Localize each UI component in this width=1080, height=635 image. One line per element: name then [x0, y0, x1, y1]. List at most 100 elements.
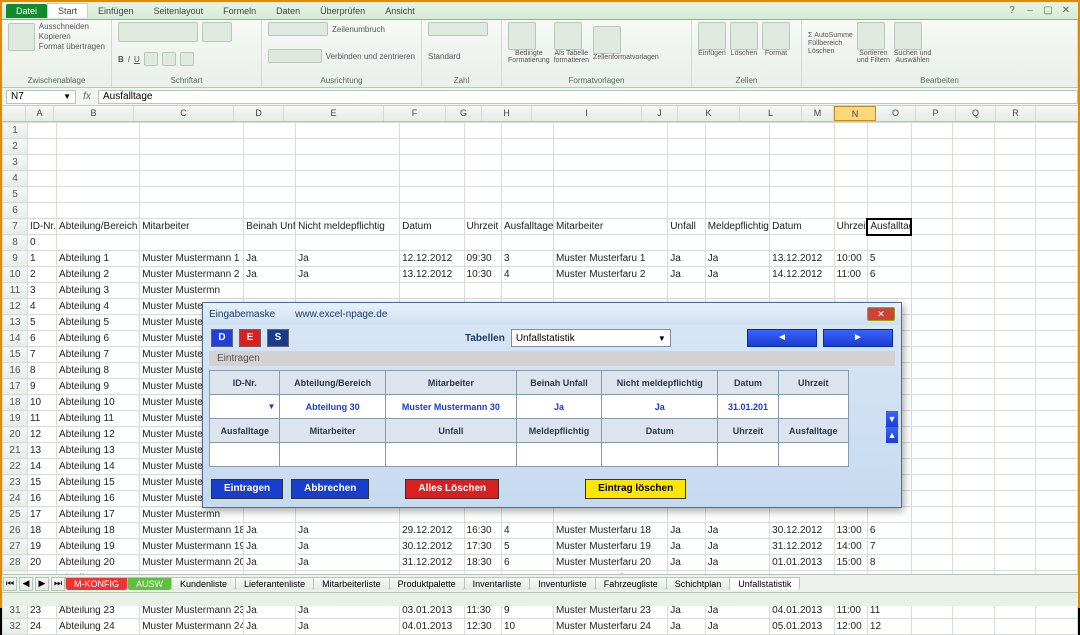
cell[interactable]: 15:00 [834, 555, 867, 571]
col-header-M[interactable]: M [802, 106, 834, 121]
cell[interactable] [501, 235, 553, 251]
cell[interactable]: Ja [244, 523, 296, 539]
copy-label[interactable]: Kopieren [39, 32, 105, 41]
tab-nav-prev[interactable]: ◀ [19, 577, 33, 591]
cell[interactable] [400, 171, 464, 187]
row-header[interactable]: 9 [3, 251, 28, 267]
cell[interactable] [911, 427, 953, 443]
tab-nav-last[interactable]: ⏭ [51, 577, 65, 591]
cell[interactable] [1036, 235, 1078, 251]
row-header[interactable]: 27 [3, 539, 28, 555]
menu-tab-überprüfen[interactable]: Überprüfen [310, 4, 375, 18]
cell[interactable]: 10:00 [834, 251, 867, 267]
cell[interactable] [400, 283, 464, 299]
cell[interactable] [140, 139, 244, 155]
sheet-tab-inventurliste[interactable]: Inventurliste [529, 577, 596, 590]
col-header-E[interactable]: E [284, 106, 384, 121]
cell[interactable] [911, 475, 953, 491]
cell[interactable] [296, 155, 400, 171]
cell[interactable] [668, 507, 705, 523]
cell[interactable]: 7 [27, 347, 56, 363]
sheet-tab-mitarbeiterliste[interactable]: Mitarbeiterliste [313, 577, 390, 590]
cell[interactable]: 4 [27, 299, 56, 315]
cell[interactable] [834, 235, 867, 251]
cell[interactable] [244, 139, 296, 155]
fill[interactable]: Füllbereich [808, 40, 853, 47]
cell[interactable]: Ausfalltage [867, 219, 911, 235]
row-header[interactable]: 6 [3, 203, 28, 219]
abbrechen-button[interactable]: Abbrechen [291, 479, 369, 499]
cell[interactable] [27, 187, 56, 203]
cell[interactable] [668, 123, 705, 139]
cell[interactable]: Abteilung 24 [57, 619, 140, 635]
cell[interactable]: 31.12.2012 [400, 555, 464, 571]
cell[interactable] [296, 283, 400, 299]
cell[interactable] [953, 539, 995, 555]
cell[interactable] [668, 155, 705, 171]
cell[interactable] [244, 123, 296, 139]
cell[interactable] [867, 187, 911, 203]
form-input[interactable] [718, 443, 778, 467]
row-header[interactable]: 5 [3, 187, 28, 203]
cell[interactable]: Ja [668, 555, 705, 571]
cell[interactable] [994, 539, 1036, 555]
scroll-up-icon[interactable]: ▲ [886, 427, 898, 443]
form-input[interactable]: 31.01.201 [718, 395, 778, 419]
cell[interactable] [911, 235, 953, 251]
cell[interactable] [867, 155, 911, 171]
cell[interactable] [501, 155, 553, 171]
cell[interactable] [994, 395, 1036, 411]
cell[interactable] [57, 235, 140, 251]
cell[interactable] [994, 171, 1036, 187]
cell[interactable]: Muster Musterfaru 2 [553, 267, 667, 283]
eintrag-loeschen-button[interactable]: Eintrag löschen [585, 479, 686, 499]
cell[interactable] [464, 139, 501, 155]
format-painter-label[interactable]: Format übertragen [39, 42, 105, 51]
cell[interactable] [140, 187, 244, 203]
cell[interactable] [668, 139, 705, 155]
cell[interactable]: 30.12.2012 [400, 539, 464, 555]
cell[interactable]: 12.12.2012 [400, 251, 464, 267]
cell[interactable] [994, 507, 1036, 523]
cell[interactable] [668, 171, 705, 187]
cell[interactable] [501, 171, 553, 187]
cell[interactable] [553, 507, 667, 523]
cell[interactable] [770, 283, 834, 299]
cell[interactable]: Abteilung 6 [57, 331, 140, 347]
cell[interactable] [400, 507, 464, 523]
menu-tab-ansicht[interactable]: Ansicht [375, 4, 425, 18]
cell[interactable] [867, 171, 911, 187]
cell[interactable] [501, 139, 553, 155]
cell[interactable] [57, 171, 140, 187]
form-input[interactable] [280, 443, 385, 467]
underline-button[interactable]: U [134, 55, 140, 64]
cell[interactable] [553, 187, 667, 203]
sheet-tab-kundenliste[interactable]: Kundenliste [171, 577, 236, 590]
cell[interactable]: Uhrzeit [834, 219, 867, 235]
cell[interactable]: 11 [27, 411, 56, 427]
cell[interactable] [553, 235, 667, 251]
cell[interactable] [770, 507, 834, 523]
cell[interactable]: Abteilung 5 [57, 315, 140, 331]
cell[interactable]: 6 [867, 267, 911, 283]
cell[interactable] [911, 123, 953, 139]
cell[interactable]: Beinah Unfall [244, 219, 296, 235]
cell[interactable]: Meldepflichtig [705, 219, 769, 235]
cell[interactable] [953, 219, 995, 235]
cell[interactable] [1036, 155, 1078, 171]
cell[interactable] [400, 123, 464, 139]
cell[interactable] [911, 491, 953, 507]
cell[interactable] [867, 123, 911, 139]
cell[interactable] [770, 171, 834, 187]
cell[interactable]: Ja [705, 523, 769, 539]
sheet-tab-unfallstatistik[interactable]: Unfallstatistik [729, 577, 800, 590]
cell[interactable] [953, 507, 995, 523]
cell[interactable] [911, 251, 953, 267]
cell[interactable]: 30.12.2012 [770, 523, 834, 539]
row-header[interactable]: 26 [3, 523, 28, 539]
cell[interactable]: 12 [27, 427, 56, 443]
row-header[interactable]: 1 [3, 123, 28, 139]
col-header-G[interactable]: G [446, 106, 482, 121]
sheet-tab-ausw[interactable]: AUSW [127, 577, 172, 590]
restore-icon[interactable]: ▢ [1042, 5, 1054, 17]
